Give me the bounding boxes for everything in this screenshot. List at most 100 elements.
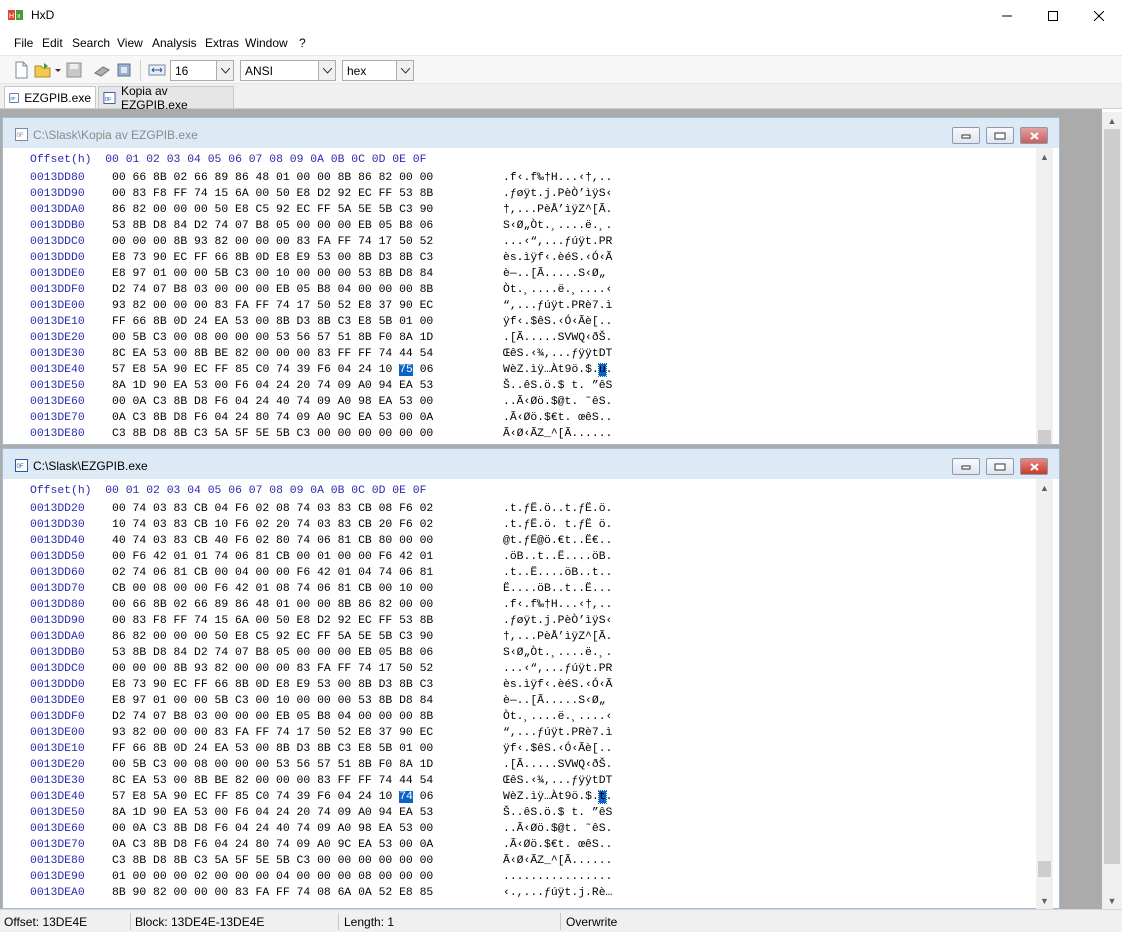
text-char[interactable]: À [551, 364, 558, 376]
close-button[interactable] [1076, 0, 1122, 31]
row-text[interactable]: .f‹.f‰†H...‹†,.. [503, 599, 612, 611]
row-text[interactable]: Ë....öB..t..Ë... [503, 583, 612, 595]
row-hex-bytes[interactable]: E8 97 01 00 00 5B C3 00 10 00 00 00 53 8… [112, 695, 433, 707]
hex-byte[interactable]: 90 [174, 791, 188, 803]
row-text[interactable]: .f‹.f‰†H...‹†,.. [503, 172, 612, 184]
row-hex-bytes[interactable]: 02 74 06 81 CB 00 04 00 00 F6 42 01 04 7… [112, 567, 433, 579]
hex-byte[interactable]: 10 [379, 791, 393, 803]
row-text[interactable]: @t.ƒË@ö.€t..Ë€.. [503, 535, 612, 547]
child-minimize-button[interactable] [952, 127, 980, 144]
hex-byte[interactable]: C0 [256, 364, 270, 376]
hex-byte[interactable]: EC [194, 791, 208, 803]
row-hex-bytes[interactable]: FF 66 8B 0D 24 EA 53 00 8B D3 8B C3 E8 5… [112, 743, 433, 755]
hex-byte[interactable]: 85 [235, 791, 249, 803]
hex-byte[interactable]: 06 [420, 791, 434, 803]
editor-caption[interactable]: 0F C:\Slask\EZGPIB.exe [3, 449, 1059, 479]
tab-ezgpib[interactable]: 0F EZGPIB.exe [4, 86, 96, 108]
row-hex-bytes[interactable]: 10 74 03 83 CB 10 F6 02 20 74 03 83 CB 2… [112, 519, 433, 531]
hex-byte[interactable]: 24 [358, 364, 372, 376]
text-char[interactable]: t [558, 791, 565, 803]
hex-byte[interactable]: 39 [297, 364, 311, 376]
row-hex-bytes[interactable]: 53 8B D8 84 D2 74 07 B8 05 00 00 00 EB 0… [112, 220, 433, 232]
new-file-icon[interactable] [12, 61, 30, 79]
row-hex-bytes[interactable]: E8 73 90 EC FF 66 8B 0D E8 E9 53 00 8B D… [112, 252, 433, 264]
hex-byte[interactable]: 5A [153, 364, 167, 376]
open-disk-icon[interactable] [93, 61, 111, 79]
hex-byte[interactable]: FF [215, 791, 229, 803]
row-text[interactable]: .öB..t..Ë....öB. [503, 551, 612, 563]
row-hex-bytes[interactable]: 8B 90 82 00 00 00 83 FA FF 74 08 6A 0A 5… [112, 887, 433, 899]
row-text[interactable]: ŒêS.‹¾,...ƒÿÿtDT [503, 775, 612, 787]
hex-byte[interactable]: C0 [256, 791, 270, 803]
row-text[interactable]: †,...PèÅ’ìÿZ^[Ã. [503, 631, 612, 643]
row-hex-bytes[interactable]: 00 00 00 8B 93 82 00 00 00 83 FA FF 74 1… [112, 236, 433, 248]
hex-byte[interactable]: E8 [133, 364, 147, 376]
text-char[interactable]: … [544, 791, 551, 803]
row-hex-bytes[interactable]: D2 74 07 B8 03 00 00 00 EB 05 B8 04 00 0… [112, 711, 433, 723]
row-hex-bytes[interactable]: 00 5B C3 00 08 00 00 00 53 56 57 51 8B F… [112, 332, 433, 344]
row-text[interactable]: .[Ã.....SVWQ‹ðŠ. [503, 759, 612, 771]
menu-help[interactable]: ? [299, 36, 306, 50]
hex-byte[interactable]: EC [194, 364, 208, 376]
row-text[interactable]: .t.ƒË.ö..t.ƒË.ö. [503, 503, 612, 515]
row-text[interactable]: ŒêS.‹¾,...ƒÿÿtDT [503, 348, 612, 360]
text-char[interactable]: À [551, 791, 558, 803]
scroll-down-icon[interactable]: ▼ [1036, 892, 1053, 909]
row-hex-bytes[interactable]: FF 66 8B 0D 24 EA 53 00 8B D3 8B C3 E8 5… [112, 316, 433, 328]
row-text[interactable]: Š..êS.ö.$ t. ”êS [503, 380, 612, 392]
hex-byte[interactable]: 04 [338, 791, 352, 803]
row-text[interactable]: Š..êS.ö.$ t. ”êS [503, 807, 612, 819]
row-hex-bytes[interactable]: 8C EA 53 00 8B BE 82 00 00 00 83 FF FF 7… [112, 775, 433, 787]
hex-byte[interactable]: 24 [358, 791, 372, 803]
text-char[interactable]: è [510, 791, 517, 803]
child-close-button[interactable] [1020, 458, 1048, 475]
row-hex-bytes[interactable]: 00 00 00 8B 93 82 00 00 00 83 FA FF 74 1… [112, 663, 433, 675]
hex-byte[interactable]: 57 [112, 791, 126, 803]
minimize-button[interactable] [984, 0, 1030, 31]
scroll-thumb[interactable] [1038, 430, 1051, 444]
editor-caption[interactable]: 0F C:\Slask\Kopia av EZGPIB.exe [3, 118, 1059, 148]
menu-view[interactable]: View [117, 36, 143, 50]
row-text[interactable]: WèZ.ìÿ…Àt9ö.$.u. [503, 363, 613, 377]
editor-scrollbar[interactable]: ▲ [1036, 148, 1053, 444]
menu-file[interactable]: File [14, 36, 33, 50]
row-text[interactable]: “,...ƒúÿt.PRè7.ì [503, 300, 612, 312]
hex-byte[interactable]: 90 [174, 364, 188, 376]
scroll-thumb[interactable] [1104, 129, 1120, 864]
row-text[interactable]: “,...ƒúÿt.PRè7.ì [503, 727, 612, 739]
row-text[interactable]: .t..Ë....öB..t.. [503, 567, 612, 579]
row-hex-bytes[interactable]: E8 97 01 00 00 5B C3 00 10 00 00 00 53 8… [112, 268, 433, 280]
row-hex-bytes[interactable]: 00 0A C3 8B D8 F6 04 24 40 74 09 A0 98 E… [112, 396, 433, 408]
menu-search[interactable]: Search [72, 36, 110, 50]
row-hex-bytes[interactable]: C3 8B D8 8B C3 5A 5F 5E 5B C3 00 00 00 0… [112, 428, 433, 440]
child-minimize-button[interactable] [952, 458, 980, 475]
row-text[interactable]: ÿf‹.$êS.‹Ó‹Ãè[.. [503, 316, 612, 328]
child-close-button[interactable] [1020, 127, 1048, 144]
row-text[interactable]: Ã‹Ø‹ÃZ_^[Ã...... [503, 855, 612, 867]
editor-scrollbar[interactable]: ▲ ▼ [1036, 479, 1053, 909]
row-hex-bytes[interactable]: 40 74 03 83 CB 40 F6 02 80 74 06 81 CB 8… [112, 535, 433, 547]
row-text[interactable]: Ã‹Ø‹ÃZ_^[Ã...... [503, 428, 612, 440]
hex-byte[interactable]: 06 [420, 364, 434, 376]
text-char[interactable]: $ [585, 791, 592, 803]
row-text[interactable]: ...‹“,...ƒúÿt.PR [503, 236, 612, 248]
row-hex-bytes[interactable]: 00 66 8B 02 66 89 86 48 01 00 00 8B 86 8… [112, 599, 433, 611]
row-hex-bytes[interactable]: CB 00 08 00 00 F6 42 01 08 74 06 81 CB 0… [112, 583, 433, 595]
hex-byte[interactable]: 10 [379, 364, 393, 376]
charset-select[interactable]: ANSI [240, 60, 336, 81]
open-file-icon[interactable] [34, 61, 52, 79]
row-hex-bytes[interactable]: 00 74 03 83 CB 04 F6 02 08 74 03 83 CB 0… [112, 503, 433, 515]
scroll-down-icon[interactable]: ▼ [1102, 892, 1122, 909]
selected-byte[interactable]: 75 [399, 364, 413, 376]
chevron-down-icon[interactable] [53, 61, 63, 79]
menu-analysis[interactable]: Analysis [152, 36, 197, 50]
selected-char[interactable]: t [597, 790, 607, 804]
row-hex-bytes[interactable]: E8 73 90 EC FF 66 8B 0D E8 E9 53 00 8B D… [112, 679, 433, 691]
hex-byte[interactable]: FF [215, 364, 229, 376]
row-hex-bytes[interactable]: C3 8B D8 8B C3 5A 5F 5E 5B C3 00 00 00 0… [112, 855, 433, 867]
row-hex-bytes[interactable]: 00 83 F8 FF 74 15 6A 00 50 E8 D2 92 EC F… [112, 188, 433, 200]
child-restore-button[interactable] [986, 458, 1014, 475]
row-hex-bytes[interactable]: 01 00 00 00 02 00 00 00 04 00 00 00 08 0… [112, 871, 433, 883]
row-hex-bytes[interactable]: 0A C3 8B D8 F6 04 24 80 74 09 A0 9C EA 5… [112, 839, 433, 851]
hex-view[interactable]: Offset(h) 00 01 02 03 04 05 06 07 08 09 … [9, 479, 1035, 909]
